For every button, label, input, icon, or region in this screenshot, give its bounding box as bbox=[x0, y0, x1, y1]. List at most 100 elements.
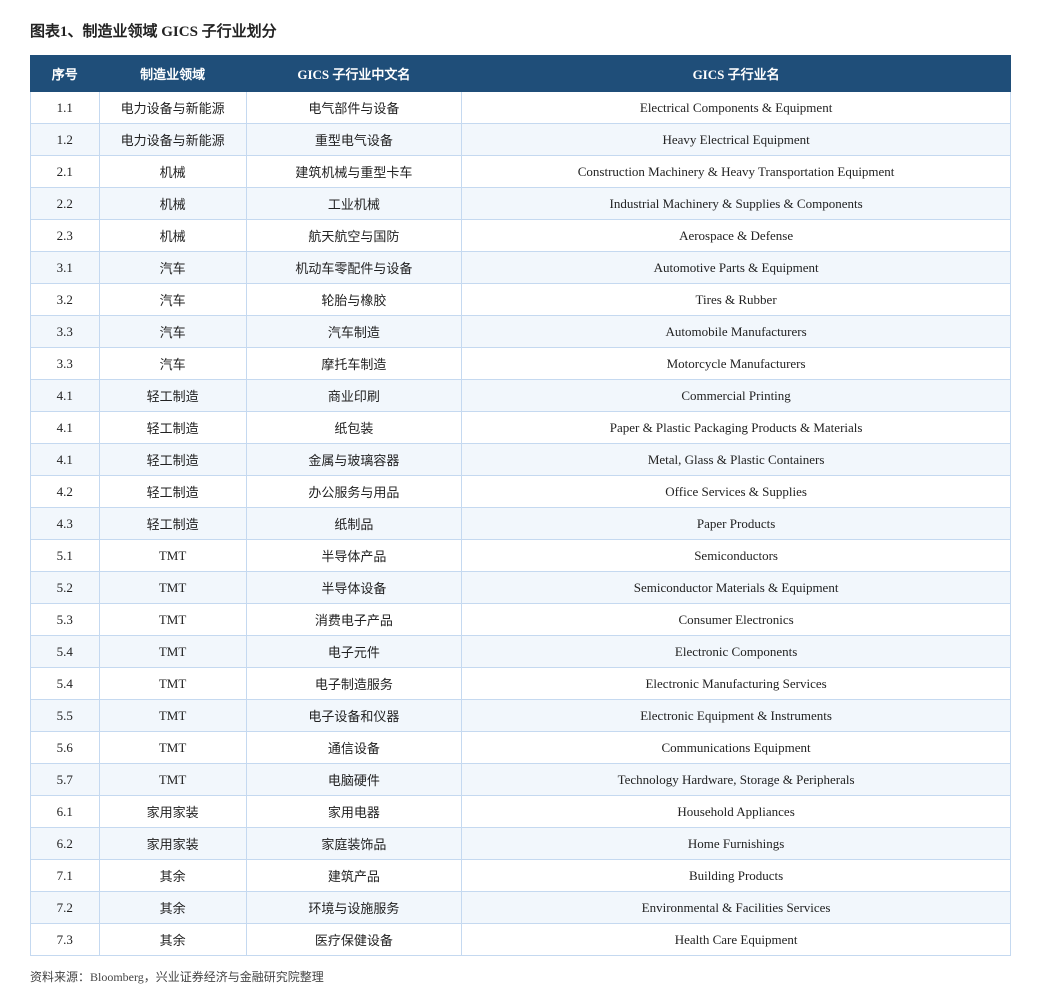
table-cell: 其余 bbox=[99, 924, 246, 956]
table-cell: 5.4 bbox=[31, 668, 100, 700]
table-cell: 电子制造服务 bbox=[246, 668, 462, 700]
table-cell: 轻工制造 bbox=[99, 412, 246, 444]
table-row: 6.1家用家装家用电器Household Appliances bbox=[31, 796, 1011, 828]
table-cell: 其余 bbox=[99, 860, 246, 892]
table-cell: Tires & Rubber bbox=[462, 284, 1011, 316]
main-table: 序号 制造业领域 GICS 子行业中文名 GICS 子行业名 1.1电力设备与新… bbox=[30, 55, 1011, 956]
table-cell: 2.3 bbox=[31, 220, 100, 252]
table-cell: 1.2 bbox=[31, 124, 100, 156]
footer-note: 资料来源：Bloomberg，兴业证券经济与金融研究院整理 bbox=[30, 968, 1011, 985]
table-cell: Industrial Machinery & Supplies & Compon… bbox=[462, 188, 1011, 220]
table-cell: 机动车零配件与设备 bbox=[246, 252, 462, 284]
table-cell: 建筑产品 bbox=[246, 860, 462, 892]
table-cell: Paper & Plastic Packaging Products & Mat… bbox=[462, 412, 1011, 444]
table-row: 3.3汽车摩托车制造Motorcycle Manufacturers bbox=[31, 348, 1011, 380]
table-cell: 环境与设施服务 bbox=[246, 892, 462, 924]
table-cell: 家庭装饰品 bbox=[246, 828, 462, 860]
table-row: 5.1TMT半导体产品Semiconductors bbox=[31, 540, 1011, 572]
table-cell: 7.3 bbox=[31, 924, 100, 956]
table-row: 5.7TMT电脑硬件Technology Hardware, Storage &… bbox=[31, 764, 1011, 796]
table-row: 3.1汽车机动车零配件与设备Automotive Parts & Equipme… bbox=[31, 252, 1011, 284]
table-cell: 5.5 bbox=[31, 700, 100, 732]
table-cell: 5.3 bbox=[31, 604, 100, 636]
table-row: 5.4TMT电子元件Electronic Components bbox=[31, 636, 1011, 668]
table-row: 3.3汽车汽车制造Automobile Manufacturers bbox=[31, 316, 1011, 348]
table-cell: 3.2 bbox=[31, 284, 100, 316]
table-cell: 航天航空与国防 bbox=[246, 220, 462, 252]
table-cell: Paper Products bbox=[462, 508, 1011, 540]
table-cell: TMT bbox=[99, 636, 246, 668]
table-cell: Office Services & Supplies bbox=[462, 476, 1011, 508]
table-cell: Household Appliances bbox=[462, 796, 1011, 828]
table-cell: 家用电器 bbox=[246, 796, 462, 828]
table-cell: 5.2 bbox=[31, 572, 100, 604]
table-row: 5.2TMT半导体设备Semiconductor Materials & Equ… bbox=[31, 572, 1011, 604]
table-cell: 4.1 bbox=[31, 380, 100, 412]
table-cell: 轻工制造 bbox=[99, 476, 246, 508]
table-cell: Electronic Manufacturing Services bbox=[462, 668, 1011, 700]
table-cell: 金属与玻璃容器 bbox=[246, 444, 462, 476]
table-cell: Electronic Equipment & Instruments bbox=[462, 700, 1011, 732]
table-cell: Semiconductors bbox=[462, 540, 1011, 572]
table-cell: 4.1 bbox=[31, 444, 100, 476]
table-row: 4.1轻工制造商业印刷Commercial Printing bbox=[31, 380, 1011, 412]
table-cell: 医疗保健设备 bbox=[246, 924, 462, 956]
table-row: 1.1电力设备与新能源电气部件与设备Electrical Components … bbox=[31, 92, 1011, 124]
table-cell: Motorcycle Manufacturers bbox=[462, 348, 1011, 380]
table-cell: 电力设备与新能源 bbox=[99, 92, 246, 124]
table-cell: 家用家装 bbox=[99, 828, 246, 860]
table-cell: Electronic Components bbox=[462, 636, 1011, 668]
table-row: 7.3其余医疗保健设备Health Care Equipment bbox=[31, 924, 1011, 956]
table-cell: TMT bbox=[99, 700, 246, 732]
header-seq: 序号 bbox=[31, 56, 100, 92]
table-cell: Automotive Parts & Equipment bbox=[462, 252, 1011, 284]
table-row: 1.2电力设备与新能源重型电气设备Heavy Electrical Equipm… bbox=[31, 124, 1011, 156]
table-cell: 3.3 bbox=[31, 316, 100, 348]
table-cell: 机械 bbox=[99, 220, 246, 252]
header-cn-name: GICS 子行业中文名 bbox=[246, 56, 462, 92]
table-cell: 家用家装 bbox=[99, 796, 246, 828]
table-cell: Metal, Glass & Plastic Containers bbox=[462, 444, 1011, 476]
table-header-row: 序号 制造业领域 GICS 子行业中文名 GICS 子行业名 bbox=[31, 56, 1011, 92]
table-row: 2.2机械工业机械Industrial Machinery & Supplies… bbox=[31, 188, 1011, 220]
table-row: 2.1机械建筑机械与重型卡车Construction Machinery & H… bbox=[31, 156, 1011, 188]
table-cell: 办公服务与用品 bbox=[246, 476, 462, 508]
table-cell: 5.4 bbox=[31, 636, 100, 668]
table-cell: 电气部件与设备 bbox=[246, 92, 462, 124]
table-cell: 电子元件 bbox=[246, 636, 462, 668]
table-cell: Communications Equipment bbox=[462, 732, 1011, 764]
table-cell: 汽车 bbox=[99, 348, 246, 380]
table-row: 4.2轻工制造办公服务与用品Office Services & Supplies bbox=[31, 476, 1011, 508]
table-row: 5.4TMT电子制造服务Electronic Manufacturing Ser… bbox=[31, 668, 1011, 700]
table-cell: 电力设备与新能源 bbox=[99, 124, 246, 156]
table-cell: 5.1 bbox=[31, 540, 100, 572]
table-row: 3.2汽车轮胎与橡胶Tires & Rubber bbox=[31, 284, 1011, 316]
table-cell: TMT bbox=[99, 604, 246, 636]
table-cell: 6.2 bbox=[31, 828, 100, 860]
table-row: 7.1其余建筑产品Building Products bbox=[31, 860, 1011, 892]
table-row: 5.6TMT通信设备Communications Equipment bbox=[31, 732, 1011, 764]
table-row: 2.3机械航天航空与国防Aerospace & Defense bbox=[31, 220, 1011, 252]
table-row: 5.3TMT消费电子产品Consumer Electronics bbox=[31, 604, 1011, 636]
table-cell: 4.2 bbox=[31, 476, 100, 508]
table-cell: 3.3 bbox=[31, 348, 100, 380]
header-en-name: GICS 子行业名 bbox=[462, 56, 1011, 92]
table-cell: 轻工制造 bbox=[99, 444, 246, 476]
table-cell: 1.1 bbox=[31, 92, 100, 124]
table-cell: 5.6 bbox=[31, 732, 100, 764]
table-cell: 建筑机械与重型卡车 bbox=[246, 156, 462, 188]
table-cell: 轻工制造 bbox=[99, 380, 246, 412]
table-cell: 汽车 bbox=[99, 252, 246, 284]
table-row: 7.2其余环境与设施服务Environmental & Facilities S… bbox=[31, 892, 1011, 924]
table-cell: Electrical Components & Equipment bbox=[462, 92, 1011, 124]
table-cell: TMT bbox=[99, 572, 246, 604]
table-cell: 商业印刷 bbox=[246, 380, 462, 412]
table-cell: 轻工制造 bbox=[99, 508, 246, 540]
table-cell: 汽车 bbox=[99, 316, 246, 348]
table-cell: Semiconductor Materials & Equipment bbox=[462, 572, 1011, 604]
table-row: 4.3轻工制造纸制品Paper Products bbox=[31, 508, 1011, 540]
table-cell: Environmental & Facilities Services bbox=[462, 892, 1011, 924]
table-cell: TMT bbox=[99, 668, 246, 700]
table-cell: 消费电子产品 bbox=[246, 604, 462, 636]
table-cell: 4.1 bbox=[31, 412, 100, 444]
